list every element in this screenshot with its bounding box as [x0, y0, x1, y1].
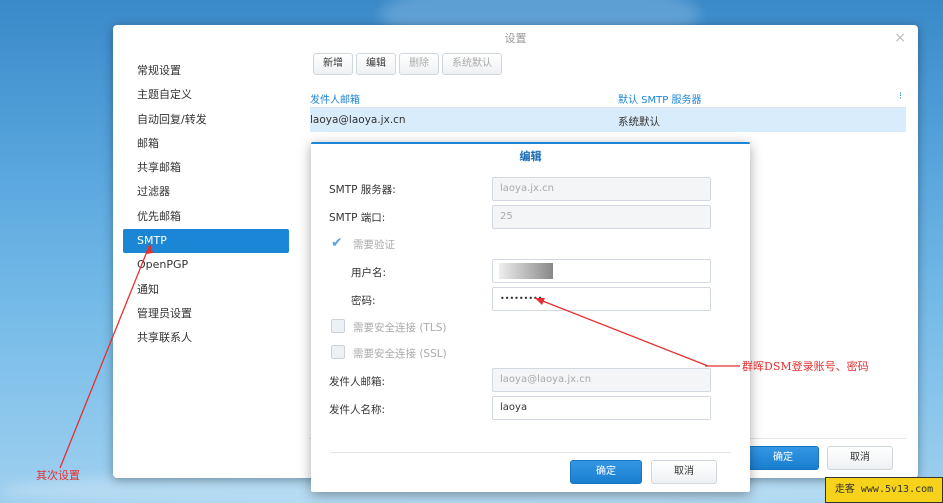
sender-name-field[interactable]: laoya [492, 396, 711, 420]
smtp-server-field[interactable]: laoya.jx.cn [492, 177, 711, 201]
system-default-button[interactable]: 系统默认 [442, 53, 502, 75]
edit-dialog: 编辑 SMTP 服务器: laoya.jx.cn SMTP 端口: 25 ✔ 需… [311, 142, 750, 492]
require-auth-checkbox[interactable]: ✔ [331, 236, 345, 250]
window-title: 设置 [504, 32, 527, 45]
smtp-port-label: SMTP 端口: [329, 212, 386, 224]
username-label: 用户名: [351, 267, 387, 279]
settings-ok-button[interactable]: 确定 [747, 446, 819, 470]
column-sender-email[interactable]: 发件人邮箱 [310, 91, 360, 106]
sidebar-item-priority[interactable]: 优先邮箱 [123, 205, 289, 229]
sidebar-item-openpgp[interactable]: OpenPGP [123, 253, 289, 277]
sidebar-item-mailbox[interactable]: 邮箱 [123, 132, 289, 156]
smtp-port-field[interactable]: 25 [492, 205, 711, 229]
close-icon[interactable]: × [894, 30, 906, 46]
tls-checkbox[interactable] [331, 319, 345, 333]
sidebar-item-admin[interactable]: 管理员设置 [123, 302, 289, 326]
sidebar-item-theme[interactable]: 主题自定义 [123, 83, 289, 107]
dialog-divider [330, 452, 731, 453]
sidebar-item-smtp[interactable]: SMTP [123, 229, 289, 254]
smtp-server-label: SMTP 服务器: [329, 184, 396, 196]
cell-sender-email: laoya@laoya.jx.cn [310, 114, 406, 126]
add-button[interactable]: 新增 [313, 53, 353, 75]
sidebar-item-shared-mailbox[interactable]: 共享邮箱 [123, 156, 289, 180]
sender-email-field[interactable]: laoya@laoya.jx.cn [492, 368, 711, 392]
smtp-table: 发件人邮箱 默认 SMTP 服务器 ⁝ laoya@laoya.jx.cn 系统… [310, 87, 906, 132]
dialog-ok-button[interactable]: 确定 [570, 460, 642, 484]
sidebar-item-auto-reply[interactable]: 自动回复/转发 [123, 108, 289, 132]
annotation-left-note: 其次设置 [36, 469, 80, 482]
toolbar: 新增 编辑 删除 系统默认 [313, 53, 505, 79]
table-header: 发件人邮箱 默认 SMTP 服务器 ⁝ [310, 87, 906, 108]
tls-label: 需要安全连接 (TLS) [353, 322, 447, 334]
ssl-label: 需要安全连接 (SSL) [353, 348, 447, 360]
password-field[interactable]: ••••••••• [492, 287, 711, 311]
username-field[interactable] [492, 259, 711, 283]
watermark-logo: 走客 www.5v13.com [825, 477, 943, 503]
cell-smtp-server: 系统默认 [618, 116, 660, 128]
annotation-right-note: 群晖DSM登录账号、密码 [742, 360, 869, 373]
sender-email-label: 发件人邮箱: [329, 376, 386, 388]
sidebar: 常规设置 主题自定义 自动回复/转发 邮箱 共享邮箱 过滤器 优先邮箱 SMTP… [123, 59, 289, 351]
ssl-checkbox[interactable] [331, 345, 345, 359]
sidebar-item-shared-contacts[interactable]: 共享联系人 [123, 326, 289, 350]
delete-button[interactable]: 删除 [399, 53, 439, 75]
dialog-title: 编辑 [519, 150, 542, 163]
blurred-username [499, 263, 553, 279]
column-menu-icon[interactable]: ⁝ [899, 91, 902, 102]
sidebar-item-notification[interactable]: 通知 [123, 278, 289, 302]
table-row[interactable]: laoya@laoya.jx.cn 系统默认 [310, 108, 906, 132]
checkmark-icon: ✔ [331, 235, 343, 251]
sidebar-item-general[interactable]: 常规设置 [123, 59, 289, 83]
column-default-smtp[interactable]: 默认 SMTP 服务器 [618, 91, 701, 106]
require-auth-label: 需要验证 [353, 239, 395, 251]
sender-name-label: 发件人名称: [329, 404, 386, 416]
dialog-cancel-button[interactable]: 取消 [651, 460, 717, 484]
sidebar-item-filter[interactable]: 过滤器 [123, 180, 289, 204]
password-label: 密码: [351, 295, 376, 307]
edit-button[interactable]: 编辑 [356, 53, 396, 75]
settings-cancel-button[interactable]: 取消 [827, 446, 893, 470]
